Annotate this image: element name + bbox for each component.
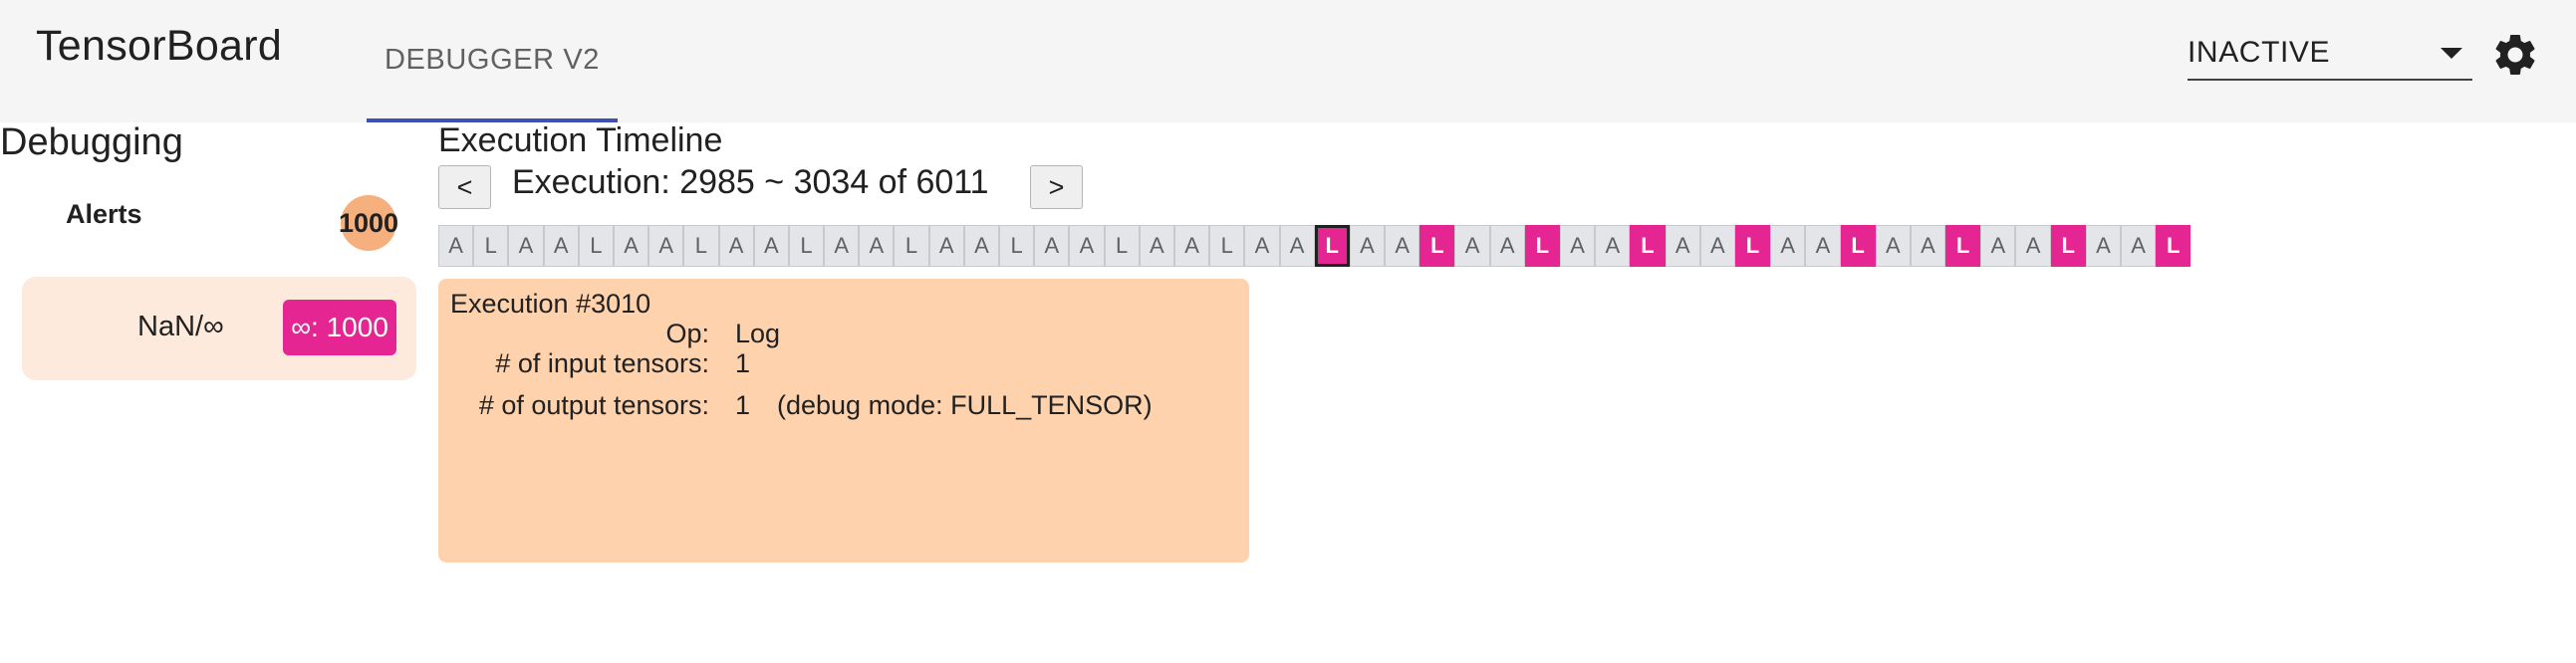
alerts-summary: Alerts 1000 (66, 195, 408, 251)
next-page-button[interactable]: > (1030, 165, 1083, 209)
execution-cell[interactable]: A (1489, 225, 1525, 267)
execution-cell[interactable]: A (1139, 225, 1174, 267)
execution-cell[interactable]: A (648, 225, 684, 267)
execution-cell[interactable]: A (438, 225, 474, 267)
execution-cell[interactable]: A (1665, 225, 1700, 267)
execution-detail-card: Execution #3010 Op: Log # of input tenso… (438, 279, 1249, 562)
execution-cell[interactable]: L (1524, 225, 1560, 267)
execution-cell[interactable]: A (1770, 225, 1806, 267)
execution-cell[interactable]: A (1805, 225, 1841, 267)
execution-cell[interactable]: L (1314, 225, 1350, 267)
output-tensors-value: 1 (735, 390, 751, 420)
execution-cell[interactable]: L (2050, 225, 2086, 267)
execution-cell[interactable]: L (1419, 225, 1455, 267)
execution-cell[interactable]: A (2015, 225, 2051, 267)
input-tensors-label: # of input tensors: (495, 348, 709, 378)
execution-cell[interactable]: L (578, 225, 614, 267)
execution-cell[interactable]: A (1980, 225, 2016, 267)
execution-cell[interactable]: A (543, 225, 579, 267)
execution-range-text: Execution: 2985 ~ 3034 of 6011 (512, 163, 989, 201)
execution-cell[interactable]: A (613, 225, 649, 267)
execution-timeline-strip: ALAALAALAALAALAALAALAALAALAALAALAALAALAA… (438, 225, 2191, 267)
execution-cell[interactable]: A (1349, 225, 1386, 267)
gear-icon[interactable] (2490, 30, 2540, 80)
execution-cell[interactable]: A (1699, 225, 1735, 267)
tab-debugger-v2[interactable]: DEBUGGER V2 (367, 0, 618, 122)
execution-cell[interactable]: A (508, 225, 544, 267)
app-brand: TensorBoard (36, 22, 283, 70)
execution-cell[interactable]: A (1560, 225, 1596, 267)
execution-cell[interactable]: A (1173, 225, 1210, 267)
execution-title: Execution #3010 (450, 289, 651, 319)
panel-title-debugging: Debugging (0, 121, 183, 163)
execution-cell[interactable]: A (928, 225, 964, 267)
execution-cell[interactable]: L (999, 225, 1035, 267)
execution-cell[interactable]: A (1034, 225, 1070, 267)
execution-cell[interactable]: A (1910, 225, 1946, 267)
op-value: Log (735, 319, 781, 348)
op-label: Op: (665, 319, 709, 348)
execution-cell[interactable]: A (753, 225, 789, 267)
data-location-value: INACTIVE (2188, 35, 2331, 69)
execution-cell[interactable]: L (683, 225, 719, 267)
execution-cell[interactable]: A (1069, 225, 1105, 267)
tab-label: DEBUGGER V2 (384, 44, 601, 76)
alert-type-nan-inf[interactable]: NaN/∞ ∞: 1000 (22, 277, 416, 380)
execution-cell[interactable]: A (1595, 225, 1631, 267)
execution-cell[interactable]: L (1630, 225, 1666, 267)
execution-cell[interactable]: L (1209, 225, 1245, 267)
input-tensors-value: 1 (735, 348, 751, 378)
execution-cell[interactable]: A (963, 225, 999, 267)
execution-cell[interactable]: A (1279, 225, 1315, 267)
execution-cell[interactable]: L (473, 225, 509, 267)
execution-cell[interactable]: A (2121, 225, 2157, 267)
execution-cell[interactable]: A (1385, 225, 1420, 267)
execution-cell[interactable]: L (1104, 225, 1140, 267)
dropdown-arrow-icon (2441, 48, 2462, 59)
alert-type-name: NaN/∞ (137, 311, 224, 342)
execution-cell[interactable]: A (824, 225, 860, 267)
execution-cell[interactable]: A (1454, 225, 1490, 267)
alert-type-count-badge: ∞: 1000 (283, 300, 396, 355)
execution-cell[interactable]: L (2156, 225, 2191, 267)
execution-cell[interactable]: L (1945, 225, 1981, 267)
execution-cell[interactable]: A (1244, 225, 1280, 267)
execution-cell[interactable]: L (788, 225, 825, 267)
debug-mode-text: (debug mode: FULL_TENSOR) (777, 390, 1153, 420)
prev-page-button[interactable]: < (438, 165, 491, 209)
alerts-label: Alerts (66, 199, 142, 229)
output-tensors-label: # of output tensors: (478, 390, 709, 420)
data-location-select[interactable]: INACTIVE (2188, 26, 2472, 81)
execution-cell[interactable]: A (859, 225, 895, 267)
alerts-count-badge: 1000 (339, 195, 398, 251)
timeline-title: Execution Timeline (438, 121, 723, 159)
execution-cell[interactable]: L (894, 225, 929, 267)
execution-cell[interactable]: A (718, 225, 754, 267)
execution-cell[interactable]: L (1734, 225, 1771, 267)
execution-cell[interactable]: A (1875, 225, 1911, 267)
top-app-bar: TensorBoard DEBUGGER V2 INACTIVE (0, 0, 2576, 122)
execution-cell[interactable]: L (1840, 225, 1876, 267)
execution-cell[interactable]: A (2085, 225, 2121, 267)
